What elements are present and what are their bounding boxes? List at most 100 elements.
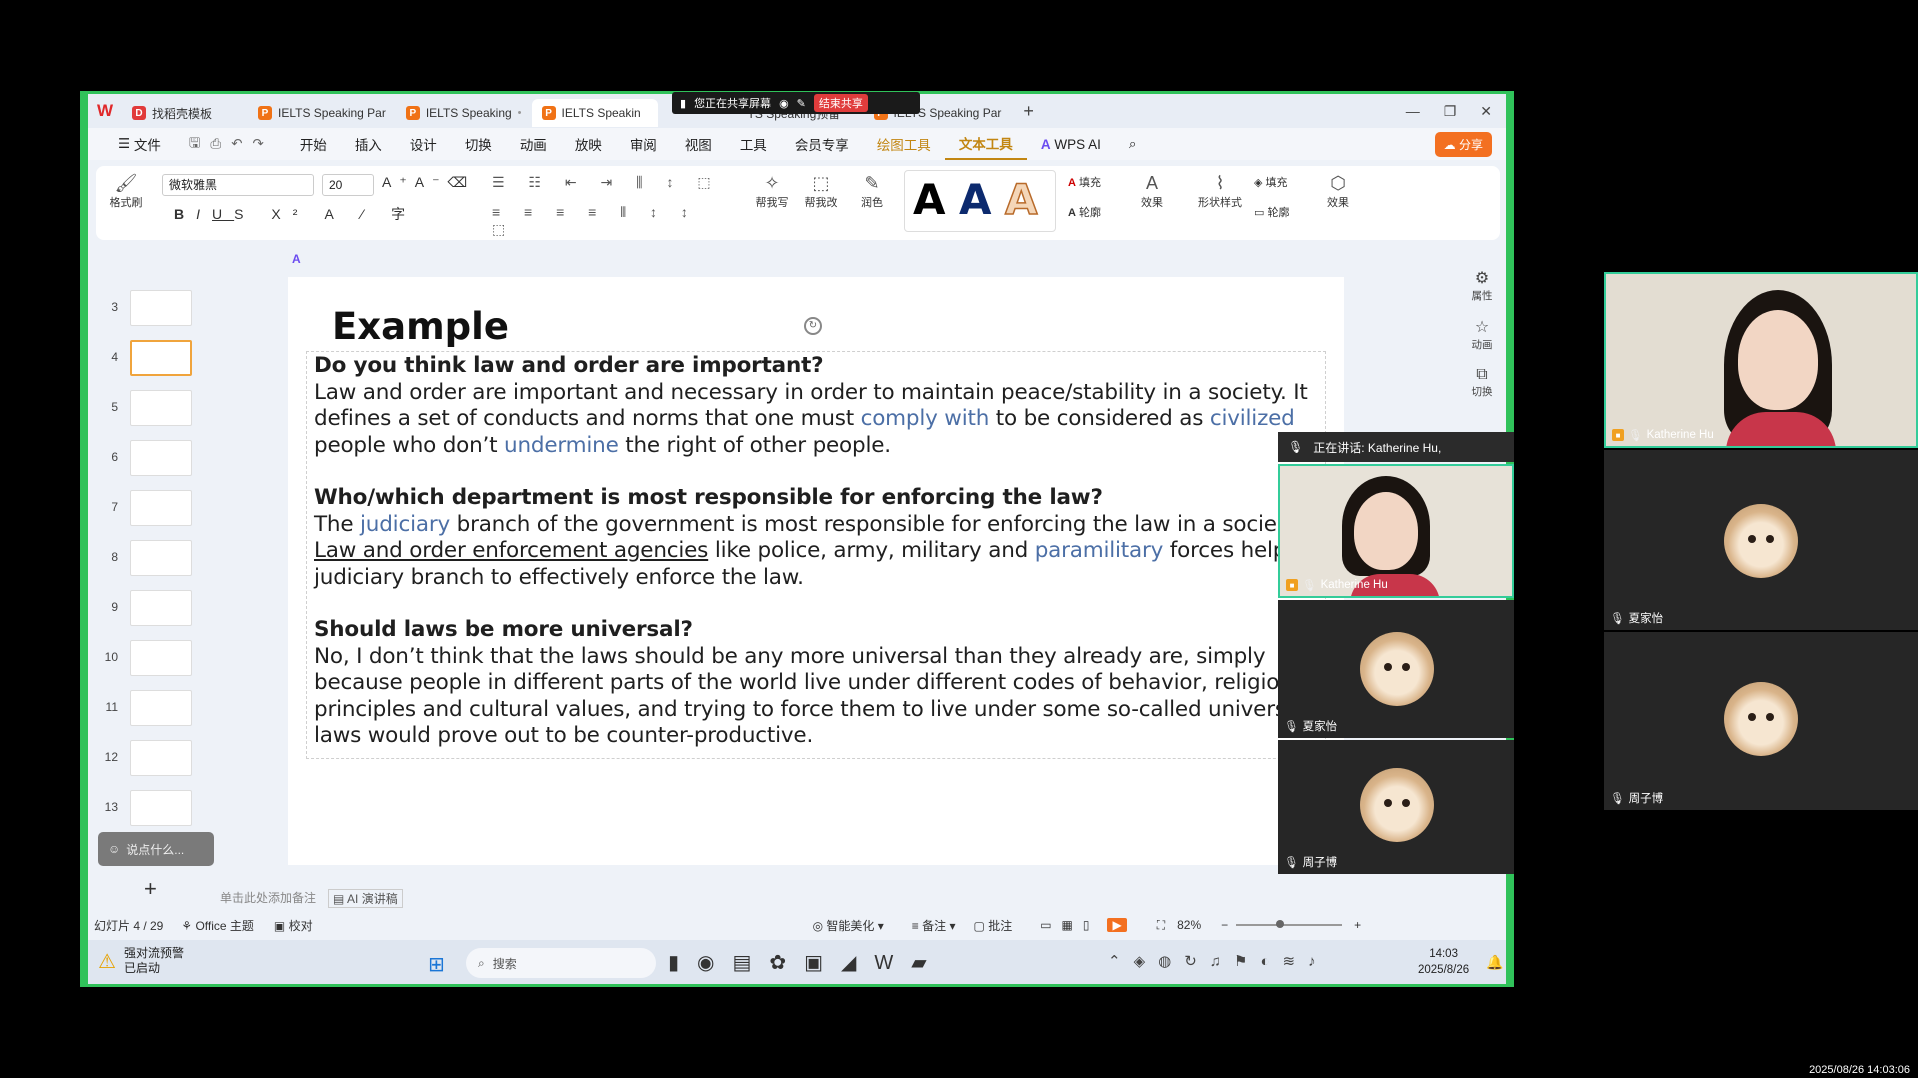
thumbnail-9[interactable]: 9 [96,590,206,630]
minimize-icon[interactable]: — [1406,103,1420,120]
shape-effect-button[interactable]: ⬡ 效果 [1318,172,1358,210]
thumbnail-12[interactable]: 12 [96,740,206,780]
zoom-in-icon[interactable]: + [1354,918,1361,932]
video-tile-zhou[interactable]: 🎙 周子博 [1278,740,1514,874]
switch-button[interactable]: ⧉ 切换 [1458,366,1506,399]
text-fill-button[interactable]: A 填充 [1068,174,1128,190]
gallery-tile-zhou[interactable]: 🎙 周子博 [1604,632,1918,810]
thumbnail-4[interactable]: 4 [96,340,206,380]
wps-logo-icon[interactable]: W [88,94,122,128]
text-outline-button[interactable]: A 轮廓 [1068,204,1128,220]
system-tray-icons[interactable]: ⌃◈◍↻♫⚑◐≋♪ [1108,952,1329,970]
close-icon[interactable]: ✕ [1480,103,1492,120]
wordart-style-black[interactable]: A [913,175,946,224]
menu-text-tools[interactable]: 文本工具 [944,128,1027,160]
notification-bell-icon[interactable]: 🔔 [1486,954,1503,971]
save-icon[interactable]: 🖫 [189,133,201,156]
thumbnail-10[interactable]: 10 [96,640,206,680]
zoom-out-icon[interactable]: − [1221,918,1228,932]
font-size-select[interactable]: 20 [322,174,374,196]
play-slideshow-button[interactable]: ▶ [1107,918,1127,932]
thumbnail-6[interactable]: 6 [96,440,206,480]
clock[interactable]: 14:03 2025/8/26 [1418,946,1469,978]
taskbar-search[interactable]: ⌕ 搜索 [466,948,656,978]
slide-body-text[interactable]: Do you think law and order are important… [314,353,1314,750]
font-name-select[interactable]: 微软雅黑 [162,174,314,196]
menu-home[interactable]: 开始 [286,128,341,160]
ai-notes-button[interactable]: ▤ AI 演讲稿 [328,889,403,908]
windows-start-icon[interactable]: ⊞ [428,952,445,977]
record-icon[interactable]: ◉ [779,97,789,110]
new-tab-plus-icon[interactable]: + [1011,101,1046,122]
menu-wps-ai[interactable]: A WPS AI [1027,128,1115,160]
wordart-style-outline[interactable]: A [1004,174,1038,225]
shape-outline-button[interactable]: ▭ 轮廓 [1254,204,1314,220]
animation-button[interactable]: ☆ 动画 [1458,317,1506,352]
share-button[interactable]: ☁ 分享 [1434,131,1492,157]
menu-slideshow[interactable]: 放映 [561,128,616,160]
menu-draw-tools[interactable]: 绘图工具 [863,128,945,160]
gallery-tile-xia[interactable]: 🎙 夏家怡 [1604,450,1918,630]
polish-button[interactable]: ✎ 润色 [852,172,892,210]
thumbnail-11[interactable]: 11 [96,690,206,730]
format-painter-button[interactable]: 🖌 格式刷 [106,172,146,210]
menu-transition[interactable]: 切换 [451,128,506,160]
comment-input[interactable]: ☺ 说点什么... [98,832,214,866]
slide-title[interactable]: Example [332,305,509,348]
gallery-tile-katherine[interactable]: ■ 🎙 Katherine Hu [1604,272,1918,448]
thumbnail-7[interactable]: 7 [96,490,206,530]
tab-doc-1[interactable]: P IELTS Speaking Par [248,99,396,127]
end-share-button[interactable]: 结束共享 [813,94,868,112]
zoom-slider[interactable] [1236,920,1343,928]
print-icon[interactable]: ⎙ [210,136,221,152]
fit-window-icon[interactable]: ⛶ [1157,918,1165,933]
comment-toggle[interactable]: ▢ 批注 [974,917,1013,934]
properties-button[interactable]: ⚙ 属性 [1458,268,1506,303]
font-style-group[interactable]: BIUS X² A ⁄ 字 [174,204,474,224]
undo-icon[interactable]: ↶ [231,136,242,152]
redo-icon[interactable]: ↷ [253,136,264,152]
menu-animation[interactable]: 动画 [506,128,561,160]
proof-button[interactable]: ▣ 校对 [274,917,313,934]
tab-doc-3-active[interactable]: P IELTS Speakin [531,99,658,127]
font-grow-shrink-group[interactable]: A⁺A⁻⌫ [382,174,467,191]
video-tile-xia[interactable]: 🎙 夏家怡 [1278,600,1514,738]
menu-view[interactable]: 视图 [671,128,726,160]
menu-tools[interactable]: 工具 [726,128,781,160]
menu-review[interactable]: 审阅 [616,128,671,160]
help-write-button[interactable]: ✧ 帮我写 [752,172,792,210]
notes-toggle[interactable]: ≡ 备注 ▾ [912,917,956,934]
tab-doc-2[interactable]: P IELTS Speaking • [396,99,532,127]
tab-docer[interactable]: D 找稻壳模板 [122,99,248,127]
theme-button[interactable]: ⚘ Office 主题 [181,917,254,934]
zoom-level[interactable]: 82% [1177,918,1201,932]
restore-icon[interactable]: ❐ [1444,103,1457,120]
menu-insert[interactable]: 插入 [341,128,396,160]
add-slide-plus-icon[interactable]: + [144,876,157,902]
video-tile-katherine[interactable]: ■ 🎙 Katherine Hu [1278,464,1514,598]
rotate-handle-icon[interactable]: ↻ [804,317,822,335]
align-group[interactable]: ≡ ≡ ≡ ≡ ⫴ ↕ ↕ ⬚ [492,204,732,238]
annotate-off-icon[interactable]: ✎ [797,97,806,110]
shape-style-button[interactable]: ⌇ 形状样式 [1190,172,1250,210]
help-edit-button[interactable]: ⬚ 帮我改 [796,172,846,210]
menu-member[interactable]: 会员专享 [781,128,863,160]
shape-fill-button[interactable]: ◈ 填充 [1254,174,1314,190]
slide-canvas[interactable]: Example ↻ Do you think law and order are… [288,277,1344,865]
thumbnail-13[interactable]: 13 [96,790,206,830]
zoom-slider-thumb[interactable] [1276,920,1285,928]
taskbar-apps[interactable]: ▮◉▤✿▣◢W▰ [668,950,945,975]
search-icon[interactable]: ⌕ [1115,128,1151,160]
wordart-style-navy[interactable]: A [959,175,992,224]
thumbnail-5[interactable]: 5 [96,390,206,430]
notes-area[interactable]: 单击此处添加备注 ▤ AI 演讲稿 [220,889,403,908]
thumbnail-8[interactable]: 8 [96,540,206,580]
view-mode-buttons[interactable]: ▭▦▯ [1040,918,1099,932]
paragraph-group[interactable]: ☰ ☷ ⇤ ⇥ ⫼ ↕ ⬚ [492,174,732,191]
thumbnail-3[interactable]: 3 [96,290,206,330]
wordart-gallery[interactable]: A A A [904,170,1056,232]
weather-alert[interactable]: ⚠ 强对流预警 已启动 [98,946,184,976]
file-menu[interactable]: ☰ 文件 [104,128,175,160]
text-effect-button[interactable]: A 效果 [1132,172,1172,210]
menu-design[interactable]: 设计 [396,128,451,160]
